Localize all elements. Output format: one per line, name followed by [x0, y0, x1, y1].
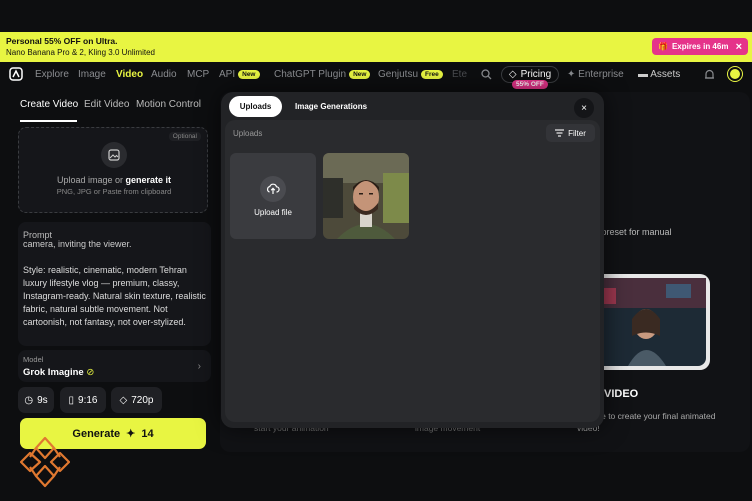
bell-icon[interactable]: [704, 69, 715, 81]
video-step-title: VIDEO: [604, 388, 639, 400]
sparkle-icon: ✦: [567, 69, 576, 80]
upload-formats: PNG, JPG or Paste from clipboard: [56, 187, 172, 196]
upload-file-label: Upload file: [254, 208, 292, 217]
phone-icon: ▯: [68, 394, 75, 406]
model-selector[interactable]: Model Grok Imagine ⊘ ›: [18, 350, 211, 382]
duration-chip[interactable]: ◷ 9s: [18, 387, 54, 413]
filter-label: Filter: [568, 128, 586, 138]
nav-mcp[interactable]: MCP: [187, 69, 209, 80]
chevron-right-icon: ›: [197, 361, 201, 372]
search-icon[interactable]: [481, 69, 492, 80]
uploads-section-label: Uploads: [233, 129, 263, 138]
duration-value: 9s: [37, 394, 48, 406]
active-tab-indicator: [20, 120, 77, 122]
new-badge: New: [238, 70, 260, 79]
nav-image[interactable]: Image: [78, 69, 106, 80]
nav-assets-label: Assets: [650, 69, 681, 80]
nav-api-label: API: [219, 69, 236, 80]
filter-button[interactable]: Filter: [546, 124, 595, 142]
close-icon[interactable]: ×: [736, 41, 742, 53]
close-icon: ×: [581, 102, 587, 114]
logo-icon[interactable]: [9, 67, 23, 81]
uploaded-photo-thumbnail[interactable]: [323, 153, 409, 239]
nav-enterprise[interactable]: ✦ Enterprise: [567, 69, 624, 80]
prompt-label: Prompt: [23, 230, 53, 240]
nav-audio[interactable]: Audio: [151, 69, 177, 80]
nav-enterprise-label: Enterprise: [578, 69, 624, 80]
model-value: Grok Imagine ⊘: [23, 367, 94, 378]
tab-edit-video[interactable]: Edit Video: [84, 99, 129, 110]
pricing-discount-badge: 55% OFF: [512, 80, 548, 89]
generate-link[interactable]: generate it: [126, 175, 172, 185]
model-name: Grok Imagine: [23, 367, 84, 378]
promo-subline: Nano Banana Pro & 2, Kling 3.0 Unlimited: [6, 48, 155, 57]
promo-headline: Personal 55% OFF on Ultra.: [6, 36, 118, 46]
quality-value: 720p: [131, 394, 154, 406]
close-button[interactable]: ×: [574, 98, 594, 118]
nav-genjutsu[interactable]: Genjutsu Free: [378, 69, 443, 80]
nav-video[interactable]: Video: [116, 69, 143, 80]
folder-icon: ▬: [638, 69, 648, 80]
selfie-photo-image: [323, 153, 409, 239]
nav-ete[interactable]: Ete: [452, 69, 467, 80]
nav-explore[interactable]: Explore: [35, 69, 69, 80]
tab-create-video[interactable]: Create Video: [20, 99, 78, 110]
ratio-value: 9:16: [78, 394, 98, 406]
tab-image-generations[interactable]: Image Generations: [295, 102, 367, 111]
diamond-icon: ◇: [119, 394, 128, 406]
optional-badge: Optional: [168, 132, 201, 141]
generate-label: Generate: [72, 427, 121, 440]
free-badge: Free: [421, 70, 443, 79]
uploads-panel: Uploads Filter Upload file: [225, 120, 600, 422]
model-brand-icon: ⊘: [86, 367, 95, 378]
image-icon: [101, 142, 127, 168]
upload-prefix: Upload image or: [56, 175, 126, 185]
prompt-text-cut: camera, inviting the viewer.: [23, 239, 132, 249]
model-label: Model: [23, 355, 44, 364]
nav-api[interactable]: API New: [219, 69, 260, 80]
image-upload-dropzone[interactable]: Optional Upload image or generate it PNG…: [18, 127, 208, 213]
nav-chatgpt-label: ChatGPT Plugin: [274, 69, 347, 80]
diamond-icon: ◇: [508, 69, 517, 80]
tab-uploads[interactable]: Uploads: [229, 96, 282, 117]
aspect-ratio-chip[interactable]: ▯ 9:16: [60, 387, 106, 413]
expires-button[interactable]: 🎁 Expires in 46m ×: [652, 38, 748, 55]
new-badge: New: [349, 70, 371, 79]
filter-icon: [555, 129, 565, 137]
credits-icon: ✦: [126, 428, 136, 440]
prompt-field[interactable]: camera, inviting the viewer. Prompt Styl…: [18, 222, 211, 346]
cloud-upload-icon: [260, 176, 286, 202]
nav-assets[interactable]: ▬ Assets: [638, 69, 680, 80]
upload-prompt: Upload image or generate it: [19, 175, 209, 185]
promo-banner: Personal 55% OFF on Ultra. Nano Banana P…: [0, 0, 752, 62]
clock-icon: ◷: [24, 394, 34, 406]
gift-icon: 🎁: [658, 42, 668, 51]
prompt-text: Style: realistic, cinematic, modern Tehr…: [23, 265, 206, 327]
tab-motion-control[interactable]: Motion Control: [136, 99, 201, 110]
pricing-label: Pricing: [520, 69, 552, 80]
quality-chip[interactable]: ◇ 720p: [111, 387, 162, 413]
watermark-logo-icon: [20, 436, 70, 488]
upload-file-tile[interactable]: Upload file: [230, 153, 316, 239]
media-picker-modal: Uploads Image Generations × Uploads Filt…: [221, 92, 604, 428]
nav-chatgpt-plugin[interactable]: ChatGPT Plugin New: [274, 69, 371, 80]
top-nav: Explore Image Video Audio MCP API New Cha…: [0, 62, 752, 88]
generate-cost: 14: [141, 427, 154, 440]
avatar[interactable]: [728, 67, 742, 81]
expires-label: Expires in 46m: [671, 42, 729, 51]
nav-genjutsu-label: Genjutsu: [378, 69, 419, 80]
